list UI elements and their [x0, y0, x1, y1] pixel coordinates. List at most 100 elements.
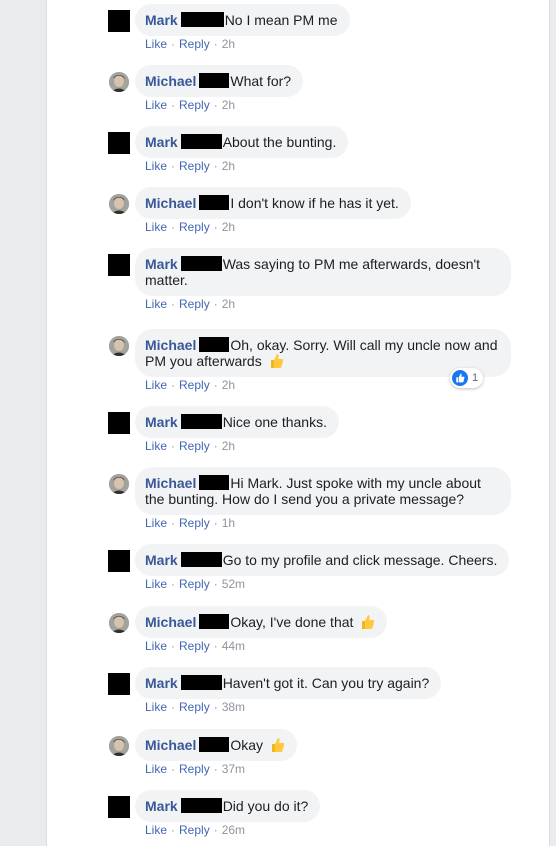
thumbs-up-icon — [271, 738, 285, 752]
avatar[interactable] — [108, 132, 130, 154]
avatar[interactable] — [108, 796, 130, 818]
comment-actions: Like · Reply · 2h — [145, 98, 236, 112]
redacted-surname — [180, 414, 222, 429]
redacted-surname — [199, 73, 230, 88]
comment-text: Oh, okay. Sorry. Will call my uncle now … — [145, 337, 498, 369]
comment-actions: Like · Reply · 26m — [145, 823, 246, 837]
avatar[interactable] — [109, 736, 129, 756]
reply-link[interactable]: Reply — [179, 37, 210, 51]
author-name[interactable]: Mark — [145, 256, 178, 272]
comment-text: No I mean PM me — [224, 12, 338, 28]
timestamp[interactable]: 1h — [222, 516, 235, 530]
reply-link[interactable]: Reply — [179, 823, 210, 837]
like-reaction-icon — [452, 370, 468, 386]
avatar[interactable] — [108, 254, 130, 276]
like-link[interactable]: Like — [145, 37, 167, 51]
avatar[interactable] — [108, 10, 130, 32]
comment-actions: Like · Reply · 2h — [145, 220, 236, 234]
redacted-surname — [180, 134, 222, 149]
comment-bubble: Michael I don't know if he has it yet. — [135, 187, 411, 219]
like-link[interactable]: Like — [145, 297, 167, 311]
comment-bubble: Mark Was saying to PM me afterwards, does… — [135, 248, 511, 296]
timestamp[interactable]: 52m — [222, 577, 245, 591]
redacted-surname — [180, 798, 222, 813]
reply-link[interactable]: Reply — [179, 577, 210, 591]
author-name[interactable]: Mark — [145, 675, 178, 691]
author-name[interactable]: Mark — [145, 414, 178, 430]
author-name[interactable]: Mark — [145, 134, 178, 150]
avatar[interactable] — [108, 412, 130, 434]
like-link[interactable]: Like — [145, 439, 167, 453]
comment-bubble: Mark About the bunting. — [135, 126, 349, 158]
reply-link[interactable]: Reply — [179, 159, 210, 173]
timestamp[interactable]: 2h — [222, 37, 235, 51]
like-link[interactable]: Like — [145, 639, 167, 653]
timestamp[interactable]: 2h — [222, 220, 235, 234]
comment-text: Haven't got it. Can you try again? — [222, 675, 430, 691]
redacted-surname — [180, 552, 222, 567]
like-link[interactable]: Like — [145, 98, 167, 112]
comment-actions: Like · Reply · 44m — [145, 639, 246, 653]
author-name[interactable]: Mark — [145, 12, 178, 28]
avatar[interactable] — [109, 474, 129, 494]
avatar[interactable] — [109, 72, 129, 92]
comment-bubble: Michael What for? — [135, 65, 304, 97]
comment-bubble: Michael Okay — [135, 729, 297, 761]
reply-link[interactable]: Reply — [179, 762, 210, 776]
reaction-badge[interactable]: 1 — [450, 368, 484, 388]
comment-text: Okay — [230, 737, 264, 753]
like-link[interactable]: Like — [145, 220, 167, 234]
reply-link[interactable]: Reply — [179, 297, 210, 311]
like-link[interactable]: Like — [145, 823, 167, 837]
comment-bubble: Mark Go to my profile and click message. … — [135, 544, 510, 576]
like-link[interactable]: Like — [145, 700, 167, 714]
author-name[interactable]: Michael — [145, 73, 196, 89]
timestamp[interactable]: 2h — [222, 439, 235, 453]
comment-actions: Like · Reply · 1h — [145, 516, 236, 530]
comment-bubble: Michael Okay, I've done that — [135, 606, 388, 638]
timestamp[interactable]: 37m — [222, 762, 245, 776]
like-link[interactable]: Like — [145, 762, 167, 776]
avatar[interactable] — [109, 336, 129, 356]
like-link[interactable]: Like — [145, 378, 167, 392]
reply-link[interactable]: Reply — [179, 700, 210, 714]
avatar[interactable] — [109, 613, 129, 633]
comment-bubble: Mark No I mean PM me — [135, 4, 350, 36]
comment-actions: Like · Reply · 38m — [145, 700, 246, 714]
author-name[interactable]: Michael — [145, 475, 196, 491]
comment-actions: Like · Reply · 2h — [145, 37, 236, 51]
author-name[interactable]: Mark — [145, 798, 178, 814]
like-link[interactable]: Like — [145, 516, 167, 530]
timestamp[interactable]: 2h — [222, 98, 235, 112]
reaction-count: 1 — [472, 372, 479, 384]
timestamp[interactable]: 2h — [222, 159, 235, 173]
reply-link[interactable]: Reply — [179, 516, 210, 530]
comment-text: What for? — [230, 73, 292, 89]
timestamp[interactable]: 2h — [222, 297, 235, 311]
comment-bubble: Michael Hi Mark. Just spoke with my uncle… — [135, 467, 511, 515]
redacted-surname — [199, 195, 230, 210]
reply-link[interactable]: Reply — [179, 98, 210, 112]
reply-link[interactable]: Reply — [179, 639, 210, 653]
timestamp[interactable]: 26m — [222, 823, 245, 837]
comment-text: Nice one thanks. — [222, 414, 327, 430]
timestamp[interactable]: 44m — [222, 639, 245, 653]
reply-link[interactable]: Reply — [179, 378, 210, 392]
avatar[interactable] — [109, 194, 129, 214]
comment-actions: Like · Reply · 37m — [145, 762, 246, 776]
timestamp[interactable]: 38m — [222, 700, 245, 714]
author-name[interactable]: Michael — [145, 337, 196, 353]
author-name[interactable]: Michael — [145, 614, 196, 630]
avatar[interactable] — [108, 673, 130, 695]
like-link[interactable]: Like — [145, 577, 167, 591]
author-name[interactable]: Michael — [145, 737, 196, 753]
reply-link[interactable]: Reply — [179, 220, 210, 234]
like-link[interactable]: Like — [145, 159, 167, 173]
timestamp[interactable]: 2h — [222, 378, 235, 392]
author-name[interactable]: Mark — [145, 552, 178, 568]
comment-actions: Like · Reply · 2h — [145, 159, 236, 173]
reply-link[interactable]: Reply — [179, 439, 210, 453]
avatar[interactable] — [108, 550, 130, 572]
author-name[interactable]: Michael — [145, 195, 196, 211]
comment-panel: Mark No I mean PM me Like · Reply · 2h Michae… — [46, 0, 550, 846]
